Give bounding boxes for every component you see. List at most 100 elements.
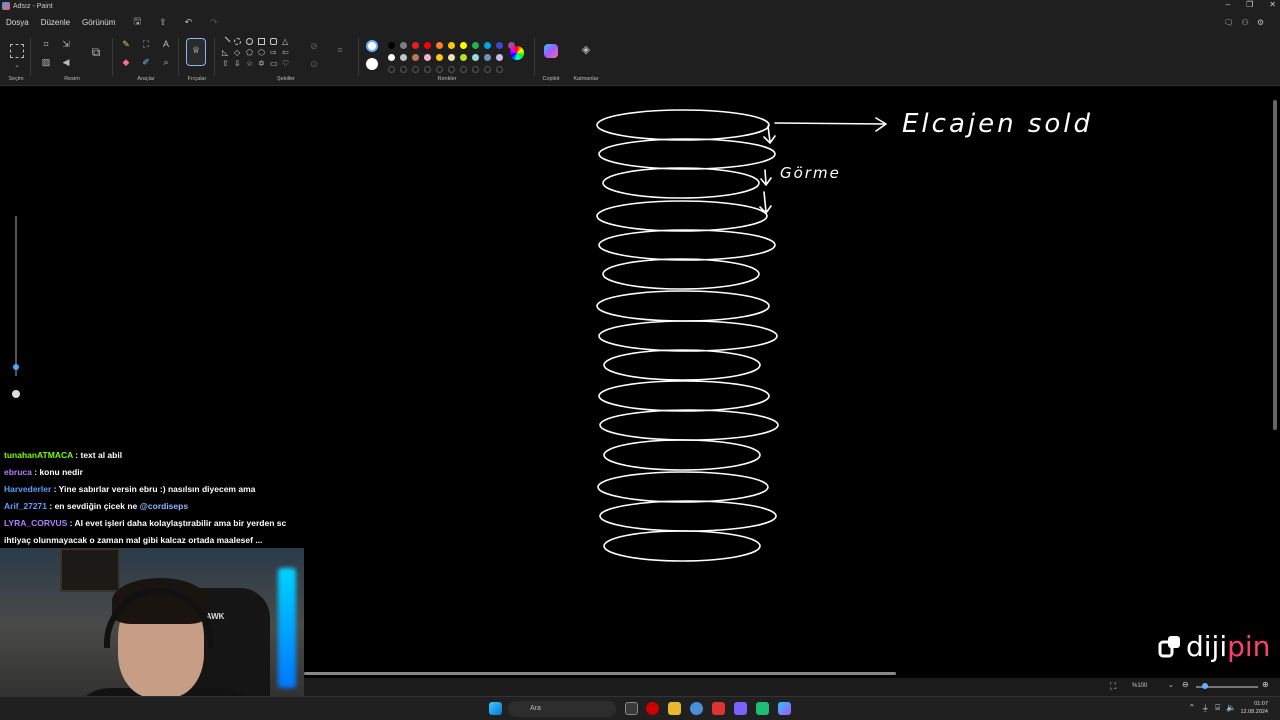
maximize-button[interactable]: ❐ <box>1246 0 1253 9</box>
brush-button[interactable]: ♕ <box>186 38 206 66</box>
color-swatch[interactable] <box>448 54 455 61</box>
settings-icon[interactable]: ⚙ <box>1257 18 1264 27</box>
rounded-rect-shape-icon[interactable] <box>270 38 277 45</box>
select-icon[interactable] <box>10 44 24 58</box>
zoom-in-icon[interactable]: ⊕ <box>1262 680 1269 689</box>
color-swatch[interactable] <box>400 54 407 61</box>
chevron-down-icon[interactable]: ⌄ <box>11 60 23 72</box>
horizontal-scrollbar[interactable] <box>304 670 1272 678</box>
fill-icon[interactable]: ⛶ <box>140 38 152 50</box>
color-swatch[interactable] <box>400 42 407 49</box>
arrow-right-shape-icon[interactable]: ⇨ <box>270 49 277 57</box>
chat-username[interactable]: ebruca <box>4 467 34 477</box>
color-swatch[interactable] <box>460 54 467 61</box>
color-swatch[interactable] <box>436 42 443 49</box>
line-shape-icon[interactable] <box>220 36 231 47</box>
color-swatch[interactable] <box>460 42 467 49</box>
right-triangle-shape-icon[interactable]: ◺ <box>222 49 229 57</box>
app-icon[interactable] <box>690 702 703 715</box>
chat-mention[interactable]: @cordiseps <box>140 501 188 511</box>
network-icon[interactable]: ⌸ <box>1215 703 1220 714</box>
undo-icon[interactable]: ↶ <box>185 17 193 28</box>
menu-file[interactable]: Dosya <box>6 18 29 27</box>
app-icon[interactable] <box>712 702 725 715</box>
paint-taskbar-icon[interactable] <box>778 702 791 715</box>
text-icon[interactable]: A <box>160 38 172 50</box>
chat-username[interactable]: tunahanATMACA <box>4 450 75 460</box>
rotate-icon[interactable]: ◀ <box>60 56 72 68</box>
color-picker-icon[interactable]: ✐ <box>140 56 152 68</box>
color-swatch[interactable] <box>412 42 419 49</box>
chevron-down-icon[interactable]: ⌄ <box>1168 681 1174 689</box>
callout-shape-icon[interactable]: ▭ <box>270 60 278 68</box>
pentagon-shape-icon[interactable]: ⬠ <box>246 49 253 57</box>
rectangle-shape-icon[interactable] <box>258 38 265 45</box>
empty-color-slot[interactable] <box>472 66 479 73</box>
oval-shape-icon[interactable] <box>246 38 253 45</box>
menu-view[interactable]: Görünüm <box>82 18 115 27</box>
color-swatch[interactable] <box>472 54 479 61</box>
zoom-slider-knob[interactable] <box>1202 683 1208 689</box>
empty-color-slot[interactable] <box>424 66 431 73</box>
arrow-left-shape-icon[interactable]: ⇦ <box>282 49 289 57</box>
empty-color-slot[interactable] <box>412 66 419 73</box>
fit-to-window-icon[interactable]: ⛶ <box>1110 681 1116 692</box>
app-icon[interactable] <box>756 702 769 715</box>
empty-color-slot[interactable] <box>436 66 443 73</box>
empty-color-slot[interactable] <box>496 66 503 73</box>
copilot-icon[interactable] <box>544 44 558 58</box>
shapes-gallery[interactable]: △ ◺ ◇ ⬠ ⬡ ⇨ ⇦ ⇧ ⇩ ☆ ✡ ▭ ♡ <box>220 36 300 72</box>
empty-color-slot[interactable] <box>448 66 455 73</box>
arrow-up-shape-icon[interactable]: ⇧ <box>222 60 229 68</box>
opacity-icon[interactable] <box>12 390 20 398</box>
crop-icon[interactable]: ⌗ <box>40 38 52 50</box>
menu-edit[interactable]: Düzenle <box>41 18 70 27</box>
taskbar-clock[interactable]: 01:07 12.08.2024 <box>1240 700 1268 716</box>
empty-color-slot[interactable] <box>388 66 395 73</box>
eraser-icon[interactable]: ◆ <box>120 56 132 68</box>
color-swatch[interactable] <box>424 54 431 61</box>
curve-shape-icon[interactable] <box>234 38 241 45</box>
color-swatch[interactable] <box>388 42 395 49</box>
fill-shape-icon[interactable]: ⊙ <box>308 58 320 70</box>
empty-color-slot[interactable] <box>400 66 407 73</box>
outline-icon[interactable]: ⊘ <box>308 40 320 52</box>
task-view-icon[interactable] <box>625 702 638 715</box>
color-swatch[interactable] <box>496 42 503 49</box>
brush-size-slider[interactable] <box>10 204 22 434</box>
pencil-icon[interactable]: ✎ <box>120 38 132 50</box>
zoom-level[interactable]: %100 <box>1132 683 1147 689</box>
color-swatch[interactable] <box>412 54 419 61</box>
chat-username[interactable]: Arif_27271 <box>4 501 49 511</box>
layers-icon[interactable]: ◈ <box>580 44 592 56</box>
diamond-shape-icon[interactable]: ◇ <box>234 49 241 57</box>
minimize-button[interactable]: – <box>1226 0 1230 9</box>
color-swatch[interactable] <box>484 54 491 61</box>
color-swatch[interactable] <box>424 42 431 49</box>
comment-icon[interactable]: 🗨 <box>1224 18 1234 27</box>
color-swatch[interactable] <box>484 42 491 49</box>
arrow-down-shape-icon[interactable]: ⇩ <box>234 60 241 68</box>
save-icon[interactable]: 🖫 <box>133 14 141 30</box>
close-button[interactable]: ✕ <box>1269 0 1276 9</box>
slider-knob[interactable] <box>13 364 19 370</box>
account-icon[interactable]: ⚇ <box>1242 18 1249 27</box>
heart-shape-icon[interactable]: ♡ <box>282 60 289 68</box>
empty-color-slot[interactable] <box>484 66 491 73</box>
chevron-up-icon[interactable]: ⌃ <box>1189 703 1196 714</box>
chat-username[interactable]: Harvederler <box>4 484 54 494</box>
vertical-scrollbar[interactable] <box>1273 90 1278 670</box>
color-swatch[interactable] <box>472 42 479 49</box>
vertical-scroll-thumb[interactable] <box>1273 100 1277 430</box>
discord-icon[interactable] <box>734 702 747 715</box>
resize-icon[interactable]: ⇲ <box>60 38 72 50</box>
edit-colors-icon[interactable] <box>510 46 524 60</box>
stroke-size-icon[interactable]: ≡ <box>334 44 346 56</box>
horizontal-scroll-thumb[interactable] <box>304 672 896 675</box>
color-swatch[interactable] <box>388 54 395 61</box>
file-explorer-icon[interactable] <box>668 702 681 715</box>
volume-icon[interactable]: 🔈 <box>1226 703 1236 714</box>
color-swatch[interactable] <box>436 54 443 61</box>
taskbar-search[interactable]: Ara <box>508 701 616 717</box>
image-select-icon[interactable]: ⧉ <box>90 46 102 58</box>
